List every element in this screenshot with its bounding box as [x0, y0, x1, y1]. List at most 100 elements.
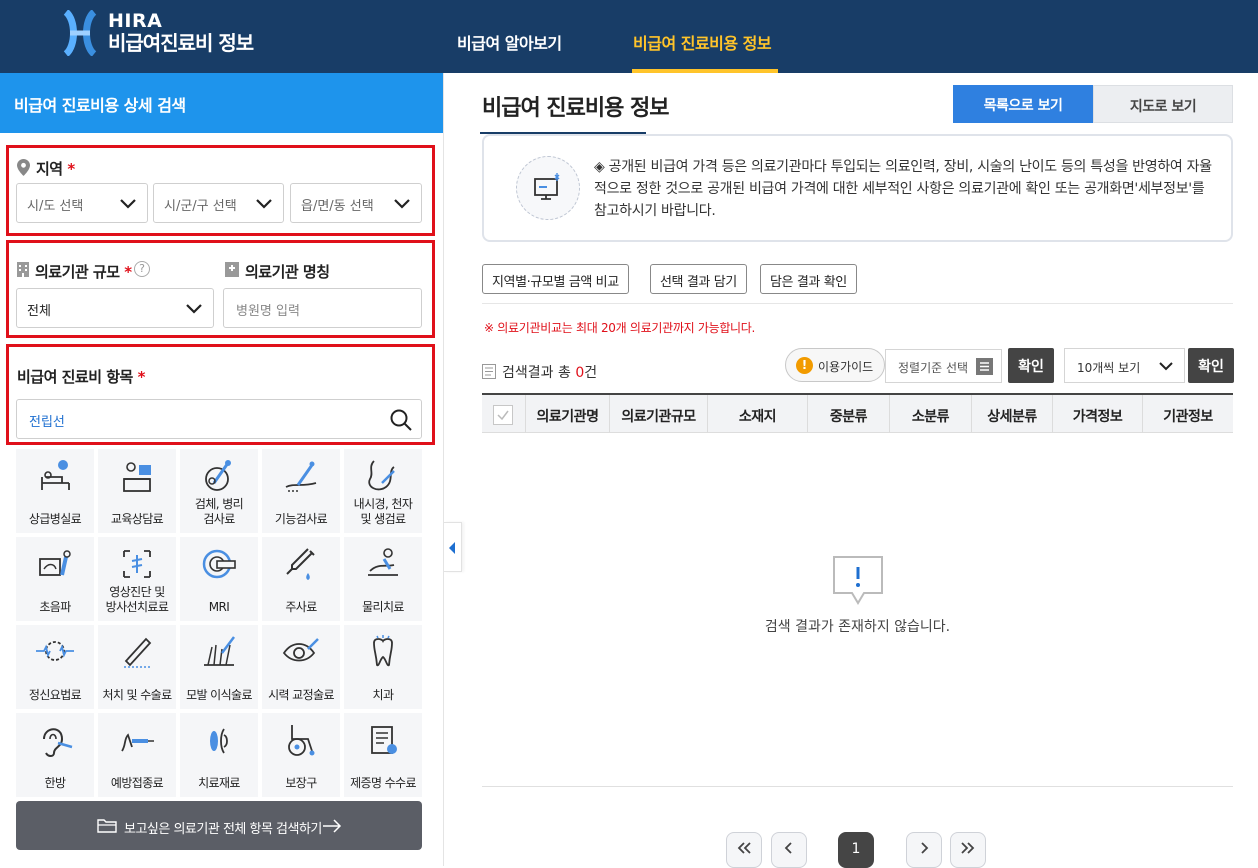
scale-select[interactable]: 전체 — [16, 288, 214, 328]
chevron-down-icon — [256, 199, 272, 209]
syringe-icon — [286, 548, 315, 580]
per-page-select[interactable]: 10개씩 보기 — [1064, 348, 1185, 383]
sido-select-value: 시/도 선택 — [27, 199, 84, 214]
chevron-left-icon — [784, 842, 792, 854]
category-label: 치과 — [372, 688, 394, 702]
item-search-value: 전립선 — [29, 415, 65, 430]
last-page-button[interactable] — [950, 832, 986, 868]
folder-icon — [97, 819, 117, 833]
column-header[interactable]: 의료기관규모 — [610, 395, 708, 433]
sigungu-select[interactable]: 시/군/구 선택 — [153, 183, 284, 223]
result-count: 검색결과 총 0건 — [502, 362, 597, 382]
region-label: 지역 * — [36, 158, 75, 179]
category-tile-ultrasound[interactable]: 초음파 — [16, 537, 94, 621]
category-label: 상급병실료 — [28, 512, 82, 526]
arrow-right-icon — [323, 819, 342, 833]
result-count-number: 0 — [575, 365, 585, 381]
category-tile-specimen[interactable]: 검체, 병리 검사료 — [180, 449, 258, 533]
category-tile-physical[interactable]: 물리치료 — [344, 537, 422, 621]
hospital-icon — [225, 262, 239, 277]
category-tile-surgery[interactable]: 처치 및 수술료 — [98, 625, 176, 709]
hira-logo-icon[interactable] — [62, 10, 98, 56]
category-tile-education[interactable]: 교육상담료 — [98, 449, 176, 533]
sidebar-collapse-toggle[interactable] — [444, 522, 462, 572]
usage-guide-button[interactable]: ! 이용가이드 — [785, 348, 885, 382]
category-tile-oriental[interactable]: 한방 — [16, 713, 94, 797]
category-tile-psychiatric[interactable]: 정신요법료 — [16, 625, 94, 709]
search-icon[interactable] — [390, 409, 412, 431]
column-header[interactable]: 가격정보 — [1053, 395, 1143, 433]
brand-title[interactable]: HIRA 비급여진료비 정보 — [108, 10, 254, 54]
mri-icon — [202, 549, 236, 579]
help-icon[interactable]: ? — [134, 261, 150, 277]
sido-select[interactable]: 시/도 선택 — [16, 183, 148, 223]
brand-line1: HIRA — [108, 10, 163, 32]
compare-region-scale-button[interactable]: 지역별·규모별 금액 비교 — [482, 264, 629, 294]
page-number-button[interactable]: 1 — [838, 832, 874, 868]
category-label: MRI — [208, 600, 230, 614]
caret-left-icon — [449, 542, 455, 554]
ultrasound-icon — [39, 550, 71, 576]
per-page-value: 10개씩 보기 — [1077, 361, 1141, 375]
eupmyeondong-select[interactable]: 읍/면/동 선택 — [290, 183, 422, 223]
empty-message: 검색 결과가 존재하지 않습니다. — [764, 619, 951, 635]
category-label: 시력 교정술료 — [268, 688, 334, 702]
endoscope-icon — [368, 460, 395, 491]
chevron-down-icon — [1159, 362, 1173, 371]
item-search-input[interactable]: 전립선 — [16, 399, 422, 439]
sort-confirm-button[interactable]: 확인 — [1008, 348, 1054, 383]
category-tile-room[interactable]: 상급병실료 — [16, 449, 94, 533]
warning-icon: ! — [796, 357, 813, 374]
search-all-items-button[interactable]: 보고싶은 의료기관 전체 항목 검색하기 — [16, 801, 422, 850]
column-header[interactable]: 소재지 — [708, 395, 808, 433]
column-header[interactable]: 기관정보 — [1143, 395, 1233, 433]
scale-label-text: 의료기관 규모 — [35, 263, 120, 281]
results-table-header: 의료기관명 의료기관규모 소재지 중분류 소분류 상세분류 가격정보 기관정보 — [482, 393, 1233, 433]
next-page-button[interactable] — [906, 832, 942, 868]
category-tile-mri[interactable]: MRI — [180, 537, 258, 621]
list-view-button[interactable]: 목록으로 보기 — [953, 85, 1093, 123]
chevron-down-icon — [394, 199, 410, 209]
per-page-confirm-button[interactable]: 확인 — [1188, 348, 1234, 383]
sort-select[interactable]: 정렬기준 선택 — [885, 349, 1002, 383]
compare-limit-warning: ※ 의료기관비교는 최대 20개 의료기관까지 가능합니다. — [484, 321, 756, 335]
category-tile-material[interactable]: 치료재료 — [180, 713, 258, 797]
list-menu-icon — [976, 358, 993, 375]
category-tile-dental[interactable]: 치과 — [344, 625, 422, 709]
category-tile-function[interactable]: 기능검사료 — [262, 449, 340, 533]
search-sidebar: 비급여 진료비용 상세 검색 지역 * 시/도 선택 시/군/구 선택 읍/면/… — [0, 73, 444, 866]
column-header[interactable]: 의료기관명 — [526, 395, 610, 433]
facility-name-input[interactable]: 병원명 입력 — [223, 288, 422, 328]
category-tile-radiology[interactable]: 영상진단 및 방사선치료료 — [98, 537, 176, 621]
select-all-checkbox[interactable] — [493, 405, 513, 425]
category-tile-hair[interactable]: 모발 이식술료 — [180, 625, 258, 709]
column-header[interactable]: 중분류 — [808, 395, 890, 433]
first-page-button[interactable] — [726, 832, 762, 868]
select-all-cell — [482, 395, 526, 433]
sidebar-title: 비급여 진료비용 상세 검색 — [0, 73, 443, 133]
view-saved-button[interactable]: 담은 결과 확인 — [760, 264, 857, 294]
notice-box: ◈ 공개된 비급여 가격 등은 의료기관마다 투입되는 의료인력, 장비, 시술… — [482, 134, 1233, 242]
notice-accent-line — [480, 132, 646, 134]
scale-select-value: 전체 — [27, 304, 51, 319]
category-label: 내시경, 천자 및 생검료 — [353, 497, 413, 526]
building-icon — [17, 262, 29, 277]
column-header[interactable]: 소분류 — [890, 395, 972, 433]
double-chevron-left-icon — [737, 842, 751, 854]
category-tile-vision[interactable]: 시력 교정술료 — [262, 625, 340, 709]
nav-item-cost-info[interactable]: 비급여 진료비용 정보 — [633, 30, 772, 54]
prev-page-button[interactable] — [771, 832, 807, 868]
category-label: 처치 및 수술료 — [102, 688, 172, 702]
column-header[interactable]: 상세분류 — [972, 395, 1053, 433]
map-view-button[interactable]: 지도로 보기 — [1093, 85, 1233, 123]
item-label: 비급여 진료비 항목 * — [17, 366, 145, 387]
category-tile-certificate[interactable]: 제증명 수수료 — [344, 713, 422, 797]
nav-item-intro[interactable]: 비급여 알아보기 — [457, 30, 562, 54]
category-tile-vaccination[interactable]: 예방접종료 — [98, 713, 176, 797]
radiology-icon — [123, 550, 151, 578]
category-tile-aids[interactable]: 보장구 — [262, 713, 340, 797]
category-tile-injection[interactable]: 주사료 — [262, 537, 340, 621]
save-selection-button[interactable]: 선택 결과 담기 — [650, 264, 747, 294]
main-content: 비급여 진료비용 정보 목록으로 보기 지도로 보기 ◈ 공개된 비급여 가격 … — [462, 73, 1258, 868]
category-tile-endoscopy[interactable]: 내시경, 천자 및 생검료 — [344, 449, 422, 533]
